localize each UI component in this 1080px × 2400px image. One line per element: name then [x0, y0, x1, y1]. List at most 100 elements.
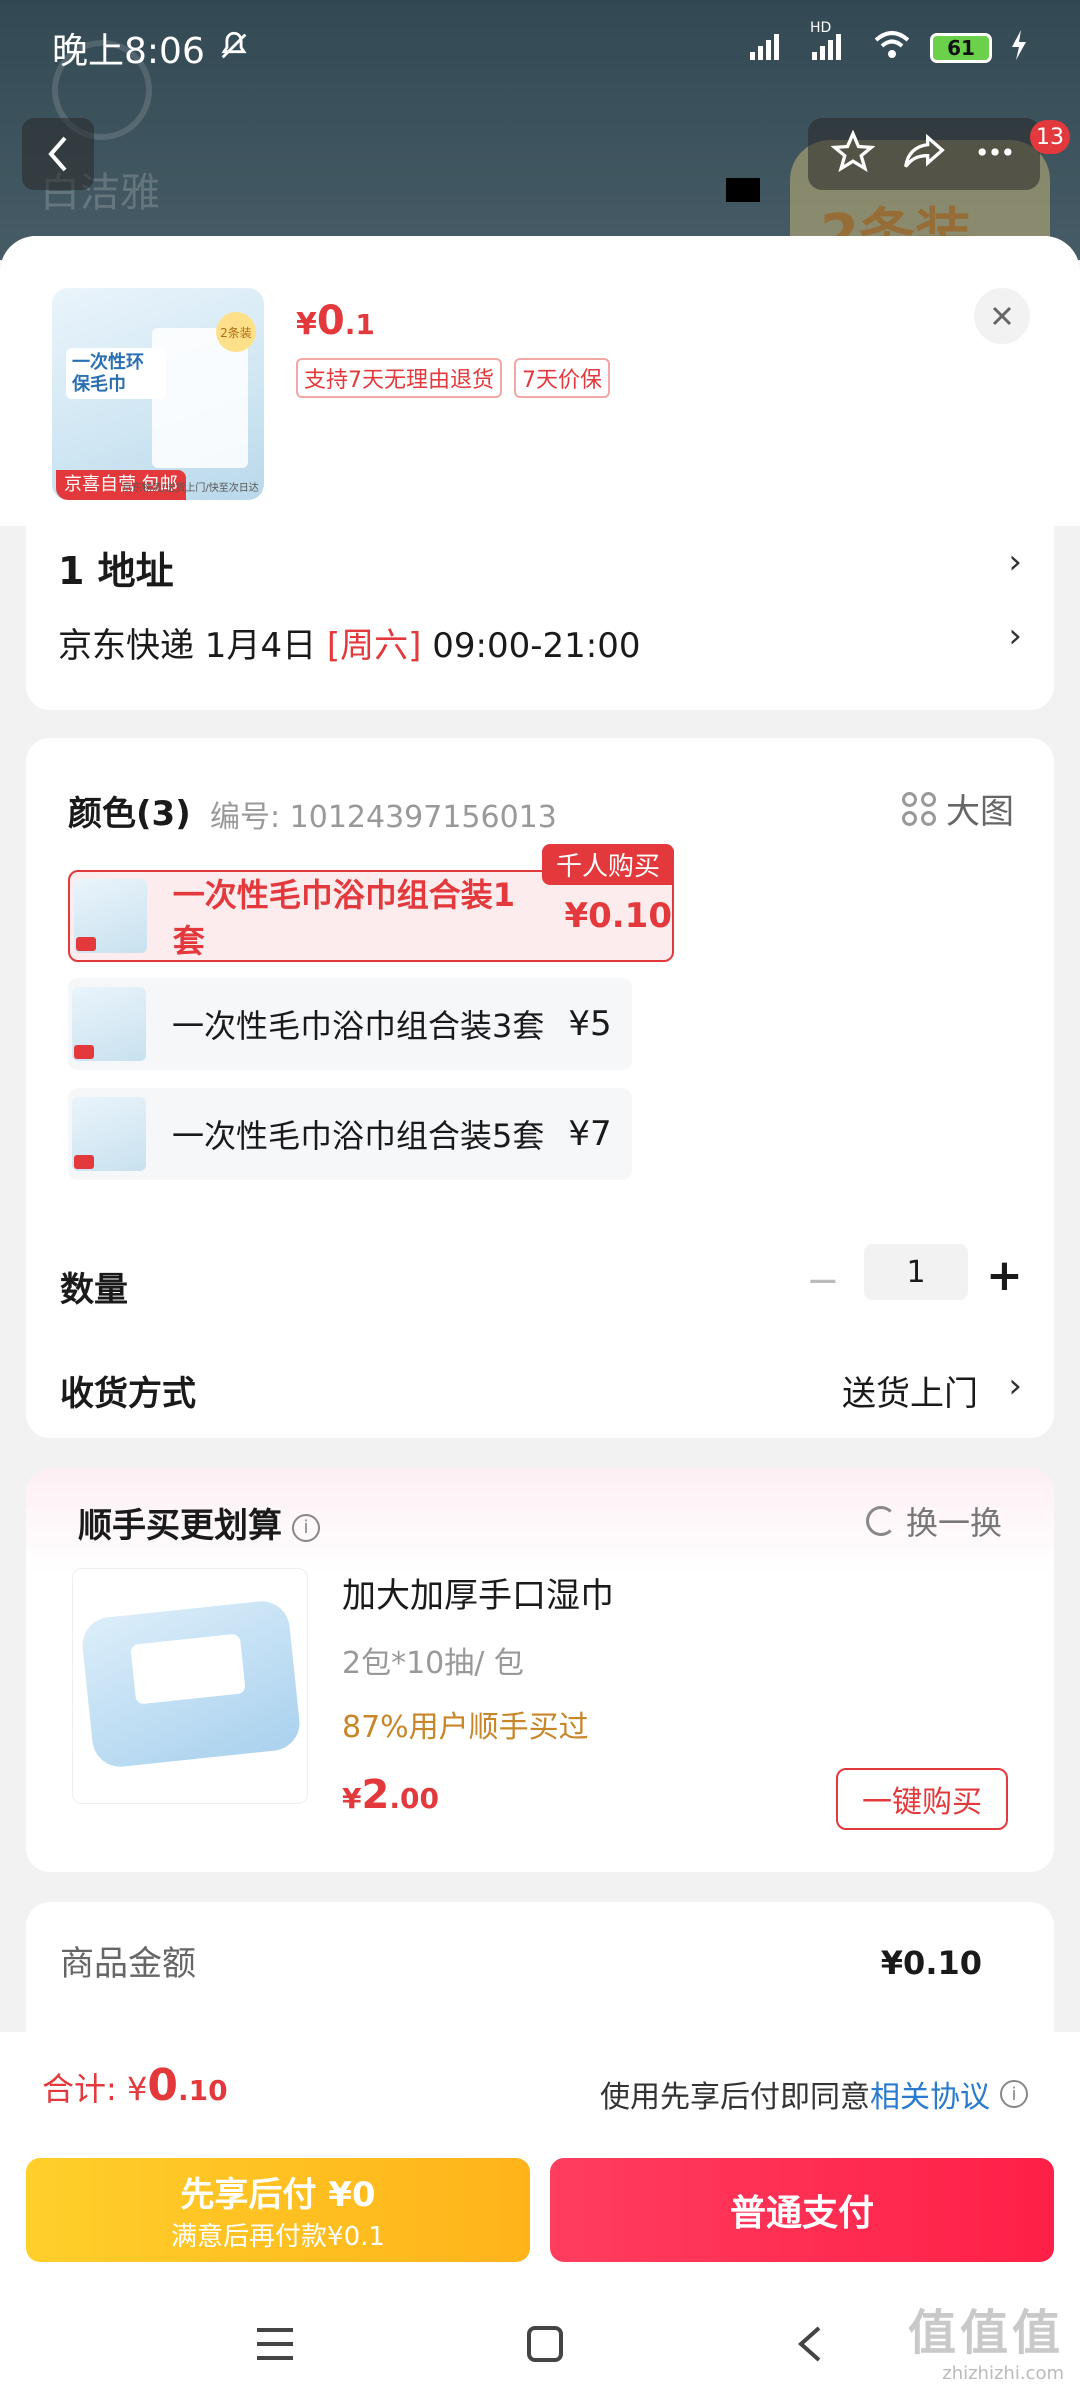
home-icon — [527, 2326, 563, 2362]
service-tags: 支持7天无理由退货 7天价保 — [296, 358, 610, 398]
share-button[interactable] — [902, 130, 946, 178]
share-icon — [904, 133, 945, 168]
return-tag: 支持7天无理由退货 — [296, 358, 502, 398]
pay-later-button[interactable]: 先享后付 ¥0 满意后再付款¥0.1 — [26, 2158, 530, 2262]
address-text[interactable]: 1 地址 — [58, 540, 174, 595]
option-price: ¥7 — [568, 1114, 612, 1154]
option-thumbnail — [72, 1097, 146, 1171]
more-icon — [978, 148, 1012, 156]
quantity-increase-button[interactable]: + — [986, 1250, 1023, 1301]
refresh-label: 换一换 — [905, 1504, 1002, 1542]
grid-icon — [902, 791, 936, 826]
spec-card: 颜色(3) 编号: 10124397156013 大图 一次性毛巾浴巾组合装1套… — [26, 738, 1054, 1438]
home-nav-button[interactable] — [525, 2324, 565, 2368]
addon-popularity: 87%用户顺手买过 — [342, 1710, 589, 1745]
normal-pay-button[interactable]: 普通支付 — [550, 2158, 1054, 2262]
checkout-bar: 合计: ¥0.10 使用先享后付即同意 相关协议 i 先享后付 ¥0 满意后再付… — [0, 2032, 1080, 2400]
chevron-right-icon[interactable]: › — [1008, 542, 1022, 582]
chevron-left-icon — [48, 136, 67, 172]
chevron-right-icon[interactable]: › — [1008, 1366, 1022, 1406]
agreement-prefix: 使用先享后付即同意 — [600, 2080, 870, 2115]
addon-price-yen: ¥ — [342, 1782, 362, 1815]
wifi-icon — [872, 30, 912, 66]
popular-flag: 千人购买 — [541, 844, 674, 885]
status-icons: HD 61 — [748, 20, 1028, 66]
signal-icon — [748, 30, 792, 66]
status-time: 晚上8:06 — [52, 31, 205, 72]
pay-later-sub: 满意后再付款¥0.1 — [171, 2222, 385, 2252]
agreement-text: 使用先享后付即同意 相关协议 i — [600, 2072, 1028, 2116]
quantity-decrease-button[interactable]: − — [806, 1258, 840, 1304]
watermark: 值值值 zhizhizhi.com — [908, 2293, 1064, 2384]
quantity-label: 数量 — [60, 1270, 128, 1310]
signal-hd-icon: HD — [810, 20, 854, 66]
menu-nav-button[interactable] — [255, 2326, 295, 2366]
option-name: 一次性毛巾浴巾组合装1套 — [172, 876, 515, 960]
option-price: ¥0.10 — [564, 896, 672, 936]
agreement-link[interactable]: 相关协议 — [870, 2072, 990, 2116]
subtotal-label: 商品金额 — [60, 1944, 196, 1984]
network-label: HD — [810, 20, 832, 36]
pay-later-label: 先享后付 ¥0 — [180, 2175, 376, 2215]
shipping-method[interactable]: 送货上门 — [842, 1366, 978, 1415]
total-yen: ¥ — [126, 2070, 148, 2108]
cart-badge: 13 — [1030, 120, 1070, 154]
addon-price-int: 2 — [361, 1772, 390, 1818]
delivery-window: 09:00-21:00 — [421, 626, 641, 666]
addon-product-image[interactable] — [72, 1568, 308, 1804]
back-nav-button[interactable] — [795, 2324, 825, 2368]
subtotal-value: ¥0.10 — [880, 1944, 982, 1982]
watermark-mark: 值值值 — [907, 2305, 1064, 2361]
close-button[interactable] — [974, 288, 1030, 344]
favorite-button[interactable] — [830, 129, 876, 178]
addon-title: 顺手买更划算 i — [78, 1498, 320, 1547]
chevron-right-icon[interactable]: › — [1008, 616, 1022, 656]
total-int: 0 — [147, 2060, 178, 2111]
spec-title: 颜色(3) — [68, 794, 191, 834]
price-yen: ¥ — [296, 307, 317, 342]
addon-card: 顺手买更划算 i 换一换 加大加厚手口湿巾 2包*10抽/ 包 87%用户顺手买过… — [26, 1468, 1054, 1872]
total-price: 合计: ¥0.10 — [42, 2060, 228, 2111]
close-icon — [992, 306, 1012, 326]
menu-icon — [257, 2328, 293, 2360]
refresh-icon — [865, 1506, 896, 1536]
back-button[interactable] — [22, 118, 94, 190]
courier-date: 京东快递 1月4日 — [58, 626, 327, 666]
info-icon[interactable]: i — [1000, 2080, 1028, 2108]
nav-actions — [808, 118, 1040, 190]
wipe-label — [130, 1633, 246, 1705]
refresh-button[interactable]: 换一换 — [865, 1498, 1002, 1544]
watermark-site: zhizhizhi.com — [942, 2363, 1064, 2384]
addon-product-spec: 2包*10抽/ 包 — [342, 1646, 524, 1681]
one-click-buy-button[interactable]: 一键购买 — [836, 1768, 1008, 1830]
info-icon[interactable]: i — [292, 1513, 320, 1542]
charging-icon — [1010, 30, 1028, 66]
option-name: 一次性毛巾浴巾组合装3套 — [172, 1007, 545, 1045]
delivery-weekday: [周六] — [326, 626, 422, 666]
product-thumbnail[interactable]: 一次性环保毛巾 2条装 京喜自营 包邮 京东物流/送货上门/快至次日达 — [52, 288, 264, 500]
quantity-input[interactable]: 1 — [864, 1244, 968, 1300]
shipping-label: 收货方式 — [60, 1374, 196, 1414]
option-5-set[interactable]: 一次性毛巾浴巾组合装5套 ¥7 — [68, 1088, 632, 1180]
star-icon — [830, 129, 876, 173]
back-icon — [797, 2326, 821, 2362]
addon-title-text: 顺手买更划算 — [78, 1506, 282, 1546]
addon-price: ¥2.00 — [342, 1772, 439, 1818]
total-label: 合计: — [42, 2070, 127, 2108]
total-dec: .10 — [177, 2074, 228, 2107]
more-button[interactable] — [973, 130, 1017, 178]
option-1-set[interactable]: 一次性毛巾浴巾组合装1套 ¥0.10 千人购买 — [68, 844, 674, 962]
price-dec: .1 — [344, 308, 375, 341]
option-3-set[interactable]: 一次性毛巾浴巾组合装3套 ¥5 — [68, 978, 632, 1070]
delivery-time[interactable]: 京东快递 1月4日 [周六] 09:00-21:00 — [58, 618, 640, 667]
addon-product-name[interactable]: 加大加厚手口湿巾 — [342, 1568, 614, 1617]
option-thumbnail — [72, 987, 146, 1061]
product-header: 一次性环保毛巾 2条装 京喜自营 包邮 京东物流/送货上门/快至次日达 ¥0.1… — [0, 236, 1080, 526]
thumb-title: 一次性环保毛巾 — [66, 348, 166, 400]
price-int: 0 — [316, 298, 345, 344]
product-price: ¥0.1 — [296, 298, 375, 344]
big-image-button[interactable]: 大图 — [902, 784, 1014, 833]
price-protect-tag: 7天价保 — [514, 358, 610, 398]
address-card: 1 地址 › 京东快递 1月4日 [周六] 09:00-21:00 › — [26, 526, 1054, 710]
mute-icon — [217, 29, 251, 67]
